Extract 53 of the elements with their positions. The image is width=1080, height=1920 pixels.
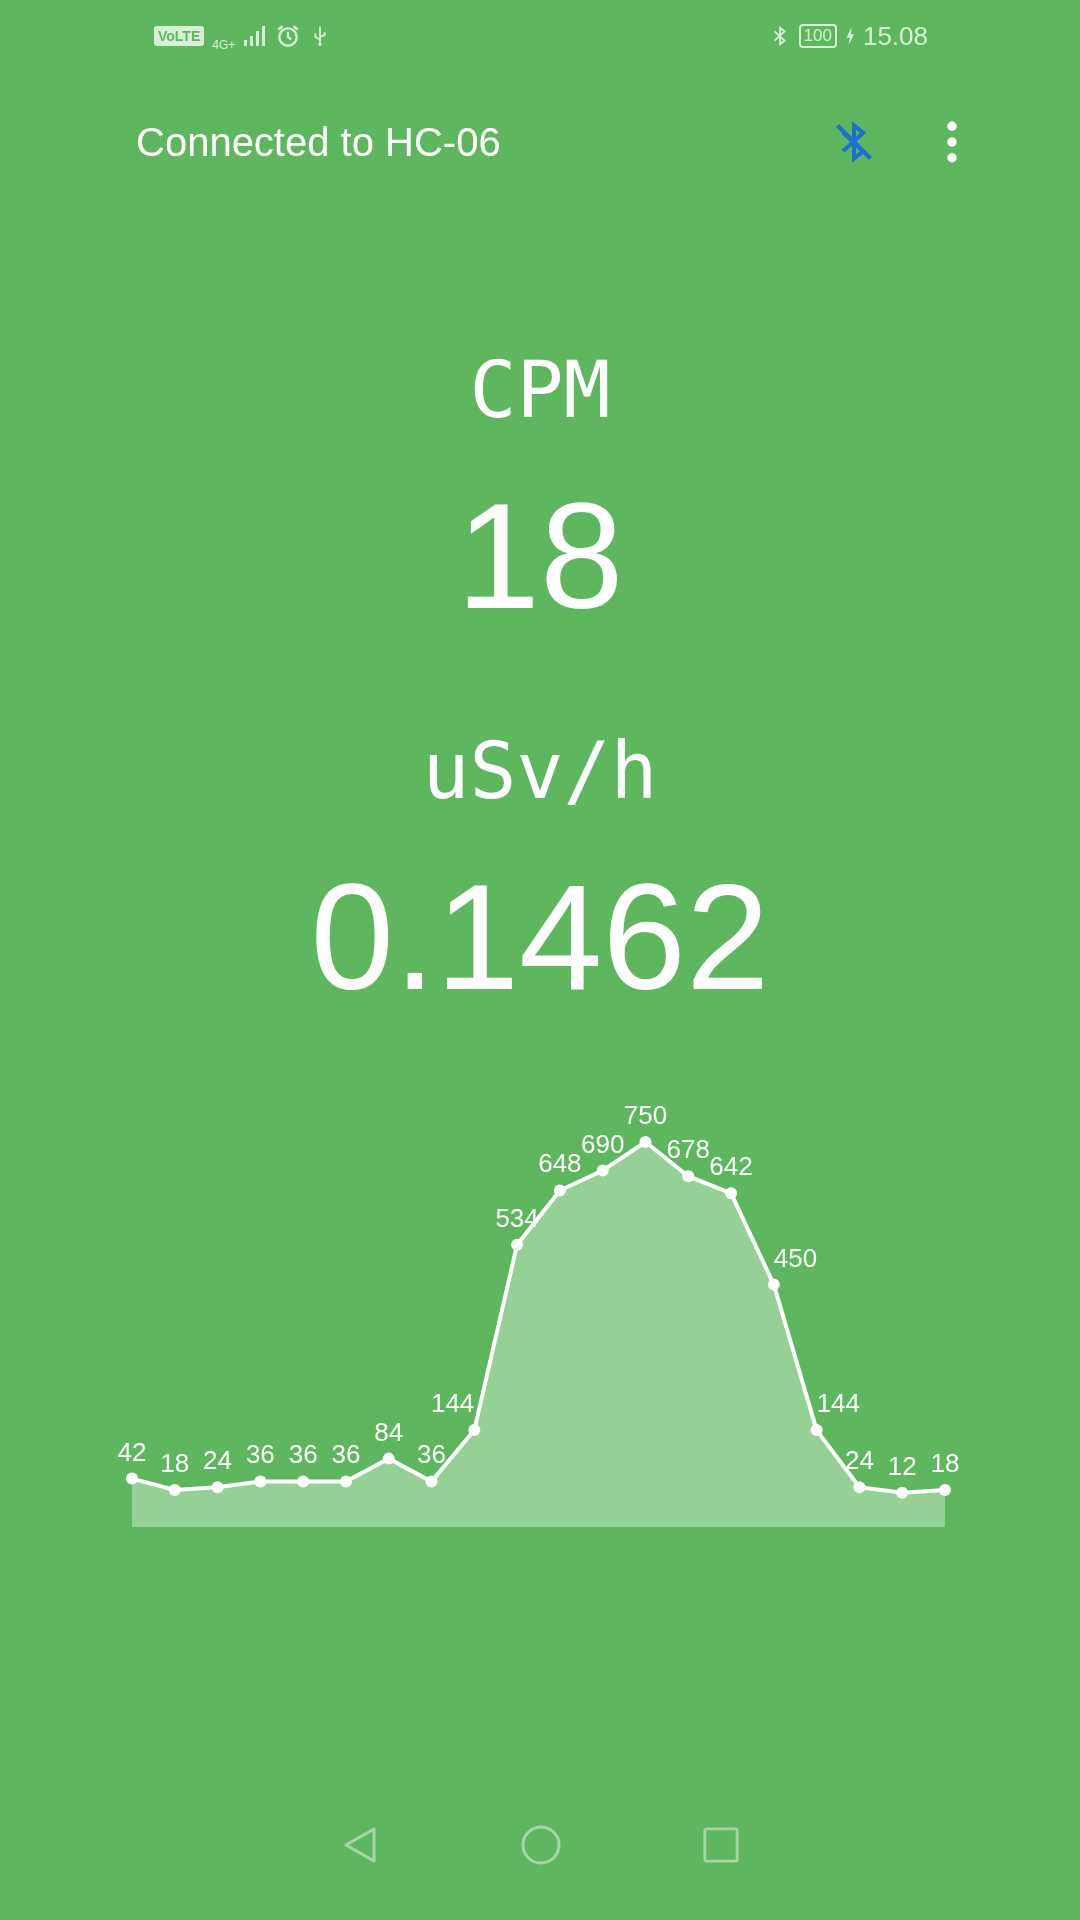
- battery-indicator: 100: [798, 24, 837, 48]
- data-point: [339, 1475, 352, 1488]
- data-label: 144: [430, 1388, 475, 1419]
- data-label: 24: [203, 1445, 233, 1476]
- volte-badge: VoLTE: [154, 26, 205, 46]
- data-point: [939, 1484, 951, 1496]
- data-point: [682, 1170, 695, 1183]
- data-point: [297, 1475, 310, 1488]
- data-label: 18: [160, 1448, 190, 1478]
- reading-value: 0.1462: [310, 857, 770, 1017]
- data-label: 642: [709, 1151, 753, 1182]
- data-point: [468, 1424, 481, 1437]
- recents-icon[interactable]: [702, 1826, 740, 1864]
- data-label: 144: [816, 1388, 860, 1419]
- data-point: [126, 1472, 138, 1485]
- data-point: [254, 1475, 267, 1488]
- data-point: [425, 1475, 438, 1488]
- clock: 15.08: [862, 20, 928, 52]
- data-label: 24: [844, 1445, 874, 1476]
- data-label: 690: [581, 1128, 625, 1159]
- data-label: 648: [538, 1148, 582, 1179]
- data-point: [767, 1278, 780, 1291]
- data-point: [553, 1184, 566, 1197]
- app-title: Connected to HC-06: [136, 119, 502, 165]
- data-label: 18: [930, 1448, 960, 1478]
- home-icon[interactable]: [520, 1824, 562, 1866]
- data-point: [896, 1486, 909, 1499]
- data-point: [725, 1187, 738, 1200]
- data-label: 678: [666, 1134, 710, 1165]
- more-menu-icon[interactable]: [946, 121, 958, 163]
- data-point: [168, 1484, 181, 1496]
- reading-value: 18: [456, 476, 624, 636]
- data-point: [810, 1424, 823, 1437]
- data-point: [382, 1452, 395, 1465]
- reading-label: uSv/h: [422, 725, 658, 818]
- reading-label: CPM: [469, 344, 611, 437]
- data-label: 12: [887, 1450, 917, 1481]
- data-point: [511, 1238, 524, 1251]
- data-point: [596, 1164, 609, 1177]
- data-point: [639, 1136, 652, 1148]
- data-point: [853, 1481, 866, 1494]
- data-label: 750: [623, 1100, 668, 1130]
- data-label: 36: [331, 1439, 361, 1470]
- signal-icon: [243, 24, 268, 48]
- data-label: 36: [417, 1439, 446, 1470]
- network-type: 4G+: [212, 38, 236, 52]
- data-label: 84: [374, 1416, 404, 1447]
- data-label: 36: [288, 1439, 318, 1470]
- charging-icon: [844, 24, 855, 48]
- data-point: [211, 1481, 224, 1494]
- data-label: 42: [117, 1436, 147, 1467]
- data-label: 36: [245, 1439, 275, 1470]
- data-label: 450: [773, 1242, 818, 1273]
